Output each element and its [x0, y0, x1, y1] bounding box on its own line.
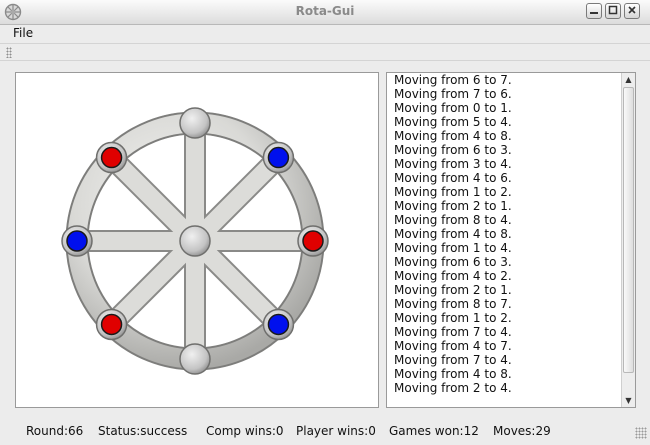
log-entry: Moving from 4 to 7.	[394, 339, 512, 353]
toolbar	[0, 43, 650, 61]
game-status: Status:success	[98, 424, 188, 438]
log-entry: Moving from 5 to 4.	[394, 115, 512, 129]
move-log-scrollbar[interactable]: ▲ ▼	[621, 73, 635, 407]
round-status: Round:66	[26, 424, 84, 438]
board-position-center[interactable]	[179, 225, 211, 257]
board-position-top[interactable]	[179, 107, 211, 139]
maximize-button[interactable]	[605, 3, 621, 19]
game-board-panel	[15, 72, 379, 408]
scroll-down-button[interactable]: ▼	[622, 394, 635, 407]
menu-bar: File	[0, 25, 650, 43]
log-entry: Moving from 2 to 1.	[394, 283, 512, 297]
close-icon	[627, 4, 637, 18]
game-board	[61, 107, 329, 375]
log-entry: Moving from 7 to 4.	[394, 353, 512, 367]
moves-status: Moves:29	[493, 424, 551, 438]
minimize-button[interactable]	[586, 3, 602, 19]
log-entry: Moving from 3 to 4.	[394, 157, 512, 171]
toolbar-grip[interactable]	[6, 47, 12, 58]
blue-piece[interactable]	[267, 146, 290, 169]
window-title: Rota-Gui	[295, 4, 355, 18]
title-bar: Rota-Gui	[0, 0, 650, 25]
log-entry: Moving from 1 to 4.	[394, 241, 512, 255]
menu-file[interactable]: File	[13, 26, 33, 40]
minimize-icon	[589, 4, 599, 18]
log-entry: Moving from 8 to 4.	[394, 213, 512, 227]
red-piece[interactable]	[100, 146, 123, 169]
log-entry: Moving from 8 to 7.	[394, 297, 512, 311]
log-entry: Moving from 0 to 1.	[394, 101, 512, 115]
board-position-bottom[interactable]	[179, 343, 211, 375]
scroll-thumb[interactable]	[623, 87, 634, 373]
comp-wins-status: Comp wins:0	[206, 424, 284, 438]
triangle-down-icon: ▼	[625, 396, 632, 405]
log-entry: Moving from 7 to 6.	[394, 87, 512, 101]
blue-piece[interactable]	[267, 313, 290, 336]
blue-piece[interactable]	[66, 230, 88, 252]
status-bar: Round:66 Status:success Comp wins:0 Play…	[0, 420, 650, 442]
log-entry: Moving from 4 to 8.	[394, 227, 512, 241]
resize-grip[interactable]	[635, 427, 647, 439]
maximize-icon	[608, 4, 618, 18]
log-entry: Moving from 6 to 7.	[394, 73, 512, 87]
log-entry: Moving from 2 to 1.	[394, 199, 512, 213]
log-entry: Moving from 4 to 8.	[394, 367, 512, 381]
log-entry: Moving from 2 to 4.	[394, 381, 512, 395]
games-won-status: Games won:12	[389, 424, 479, 438]
log-entry: Moving from 4 to 8.	[394, 129, 512, 143]
log-entry: Moving from 1 to 2.	[394, 311, 512, 325]
move-log-panel[interactable]: Moving from 6 to 7. Moving from 7 to 6. Mo…	[386, 72, 636, 408]
log-entry: Moving from 1 to 2.	[394, 185, 512, 199]
close-button[interactable]	[624, 3, 640, 19]
red-piece[interactable]	[100, 313, 123, 336]
red-piece[interactable]	[302, 230, 324, 252]
move-log-list: Moving from 6 to 7. Moving from 7 to 6. Mo…	[394, 73, 619, 395]
log-entry: Moving from 6 to 3.	[394, 143, 512, 157]
scroll-up-button[interactable]: ▲	[622, 73, 635, 86]
log-entry: Moving from 4 to 2.	[394, 269, 512, 283]
triangle-up-icon: ▲	[625, 75, 632, 84]
log-entry: Moving from 4 to 6.	[394, 171, 512, 185]
log-entry: Moving from 6 to 3.	[394, 255, 512, 269]
player-wins-status: Player wins:0	[296, 424, 376, 438]
log-entry: Moving from 7 to 4.	[394, 325, 512, 339]
